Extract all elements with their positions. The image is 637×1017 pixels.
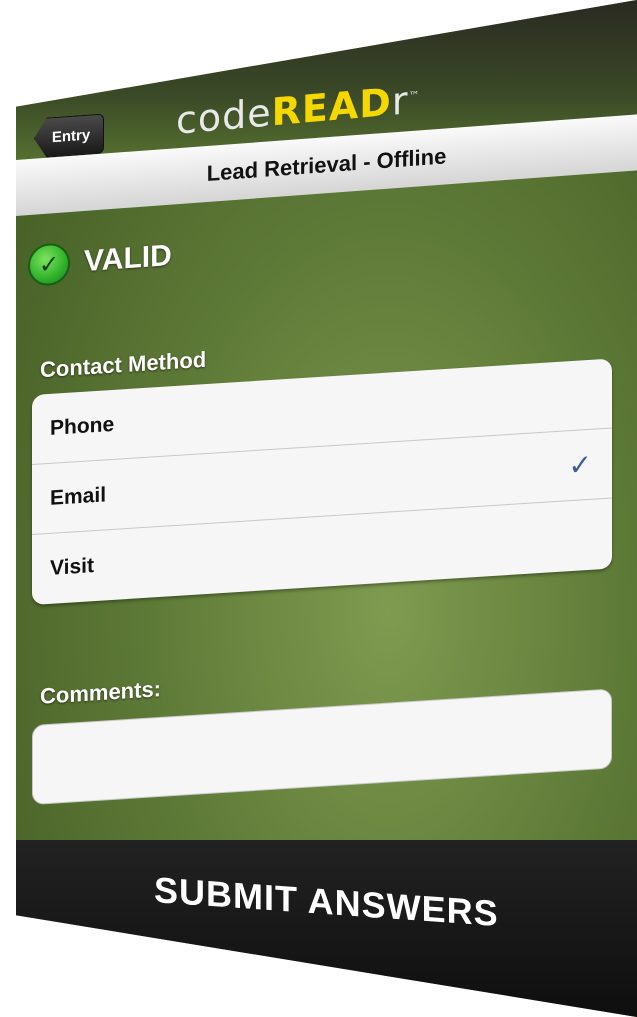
check-circle-icon: ✓ [28, 242, 70, 288]
back-button[interactable]: Entry [34, 114, 104, 159]
logo-code: code [176, 90, 272, 143]
option-label: Email [50, 482, 107, 510]
logo-trademark: ™ [408, 88, 421, 103]
checkmark-icon: ✓ [568, 448, 592, 482]
contact-method-label: Contact Method [40, 346, 207, 383]
status-label: VALID [84, 238, 172, 279]
status-row: ✓ VALID [28, 235, 172, 288]
phone-screen: Entry codeREADr™ Lead Retrieval - Offlin… [16, 0, 637, 1017]
option-label: Visit [50, 554, 94, 580]
contact-method-list: Phone Email ✓ Visit [32, 358, 612, 605]
page-title: Lead Retrieval - Offline [206, 143, 447, 186]
comments-input[interactable] [32, 688, 612, 805]
logo-read: READ [271, 79, 392, 135]
option-label: Phone [50, 412, 115, 440]
submit-answers-button[interactable]: SUBMIT ANSWERS [148, 868, 505, 937]
app-stage: Entry codeREADr™ Lead Retrieval - Offlin… [0, 0, 637, 1017]
logo-r: r [391, 78, 409, 124]
comments-label: Comments: [40, 676, 162, 709]
submit-bar: SUBMIT ANSWERS [16, 840, 637, 1017]
